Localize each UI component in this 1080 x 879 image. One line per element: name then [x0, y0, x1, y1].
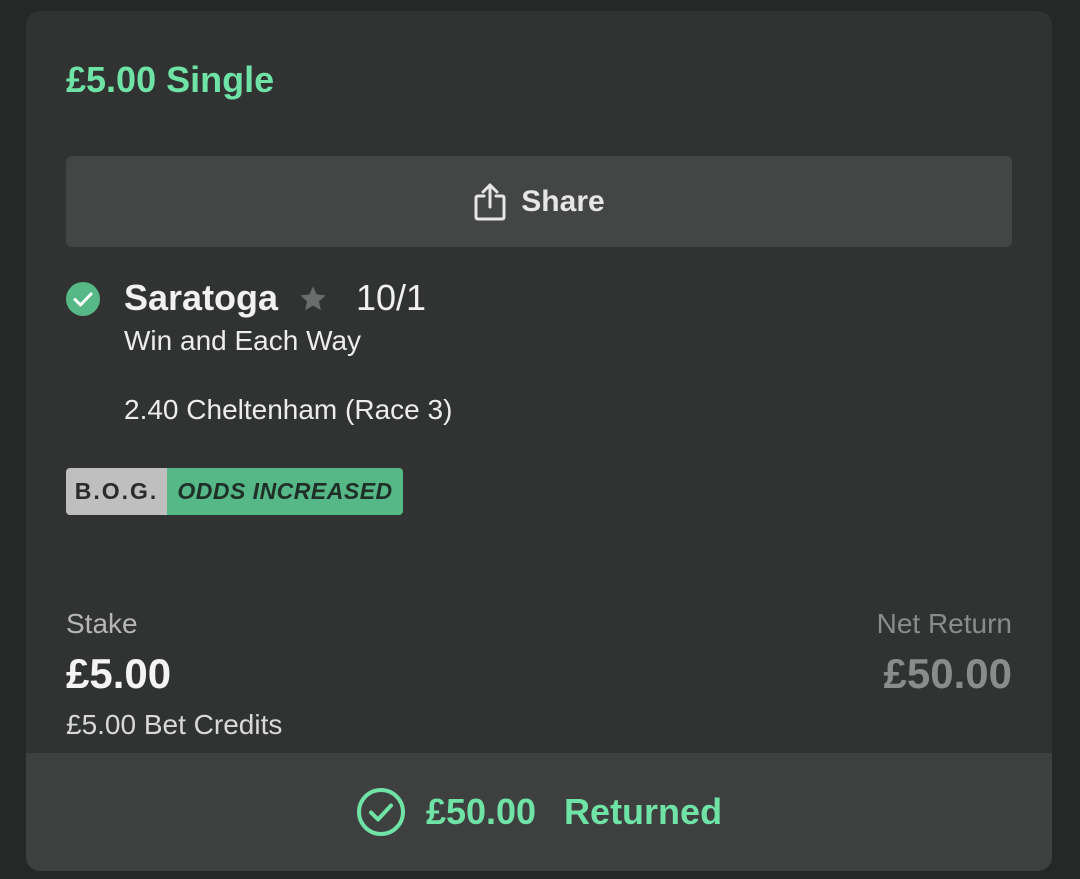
- net-return-label: Net Return: [876, 608, 1012, 639]
- returned-status: Returned: [564, 791, 723, 832]
- stake-credits: £5.00 Bet Credits: [66, 709, 283, 740]
- odds-increased-badge: ODDS INCREASED: [167, 468, 403, 515]
- bet-card: £5.00 Single Share Saratoga 10/1 Win and…: [26, 11, 1052, 871]
- stake-value: £5.00: [66, 650, 172, 697]
- selection-market: Win and Each Way: [124, 325, 362, 356]
- selection-event: 2.40 Cheltenham (Race 3): [124, 394, 453, 425]
- check-circle-icon: [66, 282, 100, 316]
- net-return-value: £50.00: [883, 650, 1012, 697]
- returned-footer: £50.00 Returned: [26, 753, 1052, 871]
- bog-badge: B.O.G.: [66, 468, 167, 515]
- share-icon: [473, 182, 507, 222]
- returned-amount: £50.00: [425, 791, 537, 832]
- stake-label: Stake: [66, 608, 138, 639]
- check-circle-outline-icon: [356, 787, 406, 837]
- bet-title: £5.00 Single: [66, 59, 275, 100]
- selection-name: Saratoga: [124, 277, 279, 318]
- share-button[interactable]: Share: [66, 156, 1012, 247]
- star-icon[interactable]: [297, 283, 329, 315]
- odds-badge: B.O.G. ODDS INCREASED: [66, 468, 403, 515]
- selection-odds: 10/1: [356, 277, 427, 318]
- share-label: Share: [521, 184, 605, 218]
